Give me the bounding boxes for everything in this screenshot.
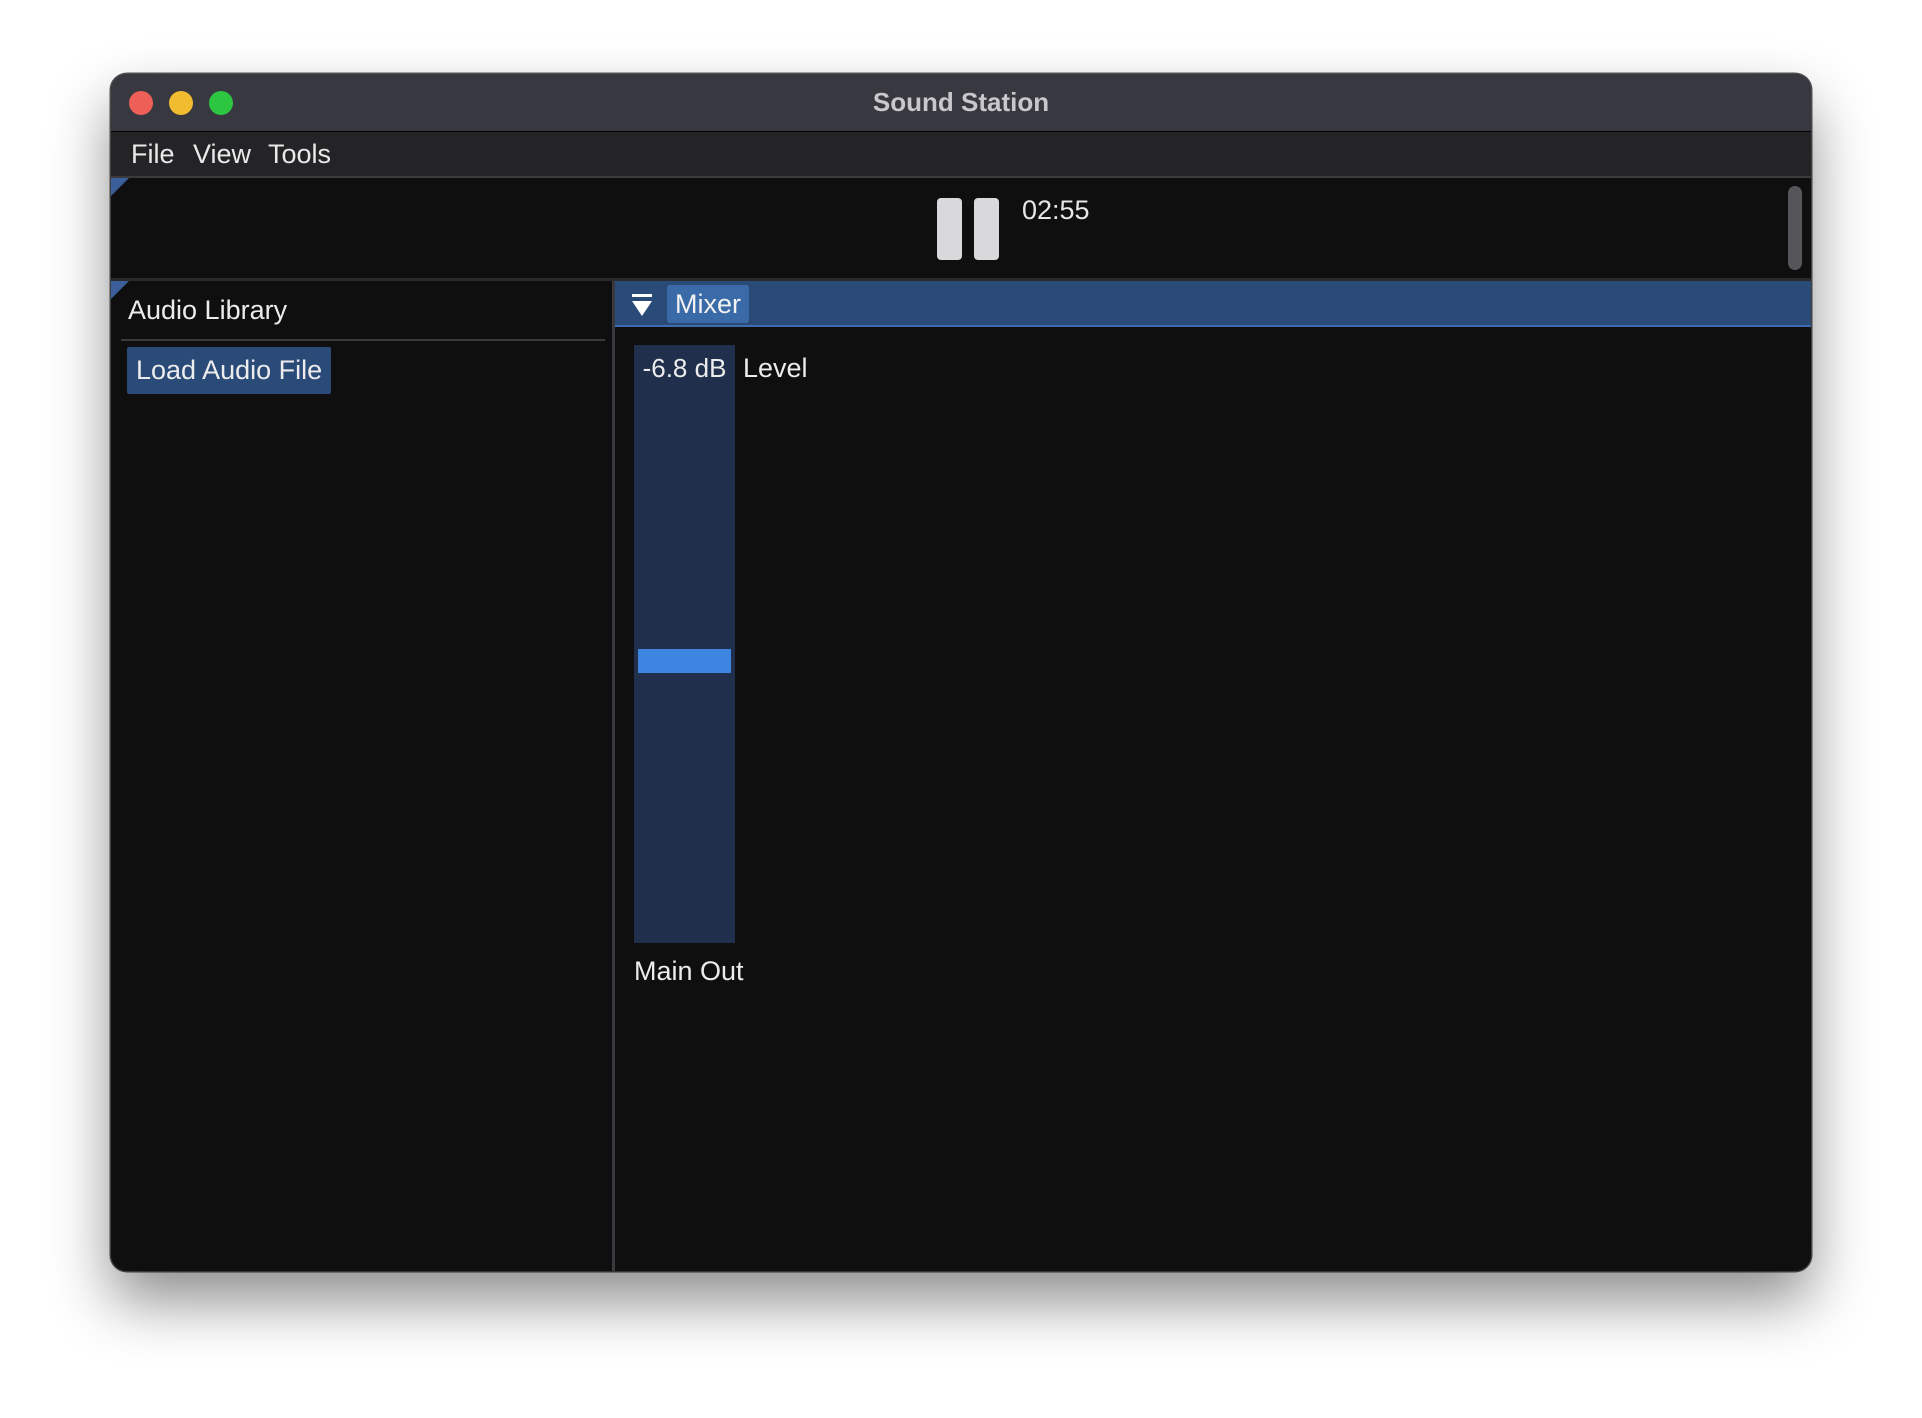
resize-grip (111, 178, 129, 196)
mixer-header[interactable]: Mixer (615, 281, 1811, 327)
title-bar[interactable]: Sound Station (111, 74, 1811, 132)
level-fader[interactable]: -6.8 dB (634, 345, 735, 943)
menu-view[interactable]: View (193, 139, 251, 170)
menu-file[interactable]: File (131, 139, 175, 170)
app-window: Sound Station File View Tools 02:55 Audi… (111, 74, 1811, 1271)
pause-icon-bar (974, 198, 999, 260)
audio-library-panel: Audio Library Load Audio File (111, 281, 615, 1271)
window-title: Sound Station (872, 87, 1050, 117)
transport-scrollbar[interactable] (1788, 186, 1802, 270)
menu-tools[interactable]: Tools (268, 139, 331, 170)
panel-grip (111, 281, 129, 299)
pause-icon (937, 198, 962, 260)
fader-param-label: Level (743, 353, 808, 383)
fader-value: -6.8 dB (642, 353, 727, 383)
fader-handle[interactable] (638, 648, 731, 673)
panel-title: Audio Library (128, 295, 288, 325)
divider (121, 339, 605, 341)
playback-time: 02:55 (1022, 195, 1090, 225)
channel-label: Main Out (634, 956, 744, 986)
transport-bar: 02:55 (111, 178, 1811, 281)
pause-button[interactable] (937, 198, 1001, 260)
menu-bar: File View Tools (111, 132, 1811, 178)
load-audio-file-button[interactable]: Load Audio File (127, 347, 332, 394)
mixer-panel: Mixer -6.8 dB Level Main Out (615, 281, 1811, 1271)
mixer-tab[interactable]: Mixer (667, 285, 749, 323)
triangle-down-icon[interactable] (631, 293, 653, 317)
